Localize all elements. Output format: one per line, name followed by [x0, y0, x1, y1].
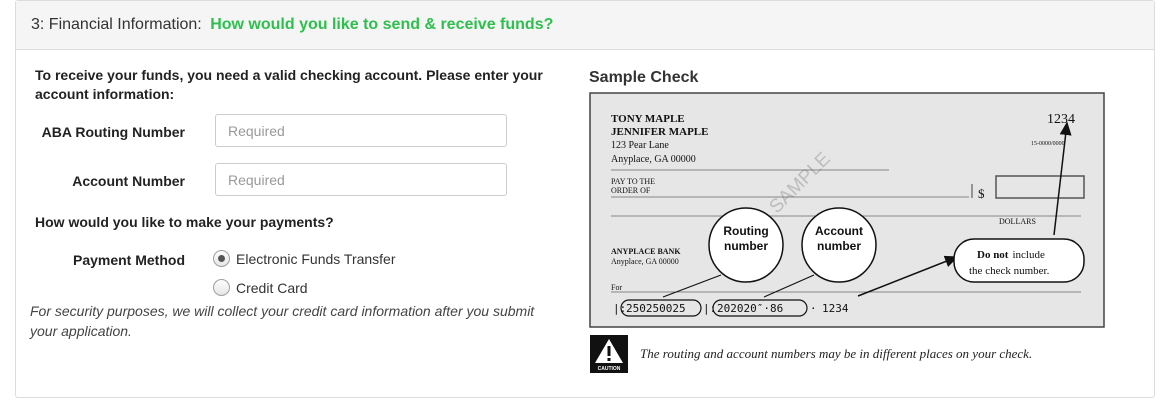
credit-card-radio-label: Credit Card	[236, 279, 308, 296]
check-name-1: TONY MAPLE	[611, 113, 685, 125]
step-title: 3: Financial Information:	[31, 16, 207, 33]
account-callout-line-2: number	[817, 239, 861, 253]
payment-option-credit-card[interactable]: Credit Card	[213, 279, 308, 296]
payment-option-eft[interactable]: Electronic Funds Transfer	[213, 250, 396, 267]
micr-check-number: 1234	[822, 302, 849, 315]
bank-address: Anyplace, GA 00000	[611, 257, 679, 266]
check-address-2: Anyplace, GA 00000	[611, 154, 696, 165]
routing-callout-line-2: number	[724, 239, 768, 253]
step-question: How would you like to send & receive fun…	[210, 16, 554, 33]
eft-radio-label: Electronic Funds Transfer	[236, 250, 396, 267]
credit-card-radio[interactable]	[213, 279, 230, 296]
security-note: For security purposes, we will collect y…	[30, 303, 535, 339]
micr-account: 202020″·86	[717, 302, 783, 315]
micr-routing: 250250025	[626, 302, 686, 315]
routing-callout-line-1: Routing	[723, 224, 768, 238]
note-rest: include	[1012, 249, 1044, 261]
caution-icon: CAUTION	[590, 335, 628, 373]
account-intro-text: To receive your funds, you need a valid …	[35, 67, 543, 102]
account-number-label: Account Number	[72, 173, 185, 189]
svg-text:|:: |:	[613, 302, 626, 315]
sample-check-title: Sample Check	[589, 69, 699, 86]
payment-method-label: Payment Method	[72, 252, 185, 268]
check-number: 1234	[1047, 112, 1075, 127]
svg-text:·: ·	[810, 302, 817, 315]
check-address-1: 123 Pear Lane	[611, 140, 669, 151]
panel-header: 3: Financial Information: How would you …	[16, 1, 1154, 50]
note-bold: Do not	[977, 249, 1009, 261]
payments-question: How would you like to make your payments…	[35, 214, 334, 230]
check-name-2: JENNIFER MAPLE	[611, 126, 708, 138]
pay-to-line-1: PAY TO THE	[611, 177, 655, 186]
for-label: For	[611, 283, 622, 292]
caution-text: The routing and account numbers may be i…	[640, 346, 1033, 361]
dollar-sign: $	[978, 186, 985, 201]
account-callout-line-1: Account	[815, 224, 863, 238]
account-number-input[interactable]	[215, 163, 507, 196]
bank-name: ANYPLACE BANK	[611, 247, 681, 256]
routing-number-label: ABA Routing Number	[41, 124, 185, 140]
dollars-label: DOLLARS	[999, 217, 1036, 226]
caution-icon-label: CAUTION	[598, 366, 621, 372]
pay-to-line-2: ORDER OF	[611, 186, 651, 195]
sample-check-image: TONY MAPLE JENNIFER MAPLE 123 Pear Lane …	[589, 92, 1105, 328]
note-line-2: the check number.	[969, 265, 1050, 277]
fraction-code: 15-0000/0000	[1031, 141, 1065, 147]
eft-radio[interactable]	[213, 250, 230, 267]
routing-number-input[interactable]	[215, 114, 507, 147]
